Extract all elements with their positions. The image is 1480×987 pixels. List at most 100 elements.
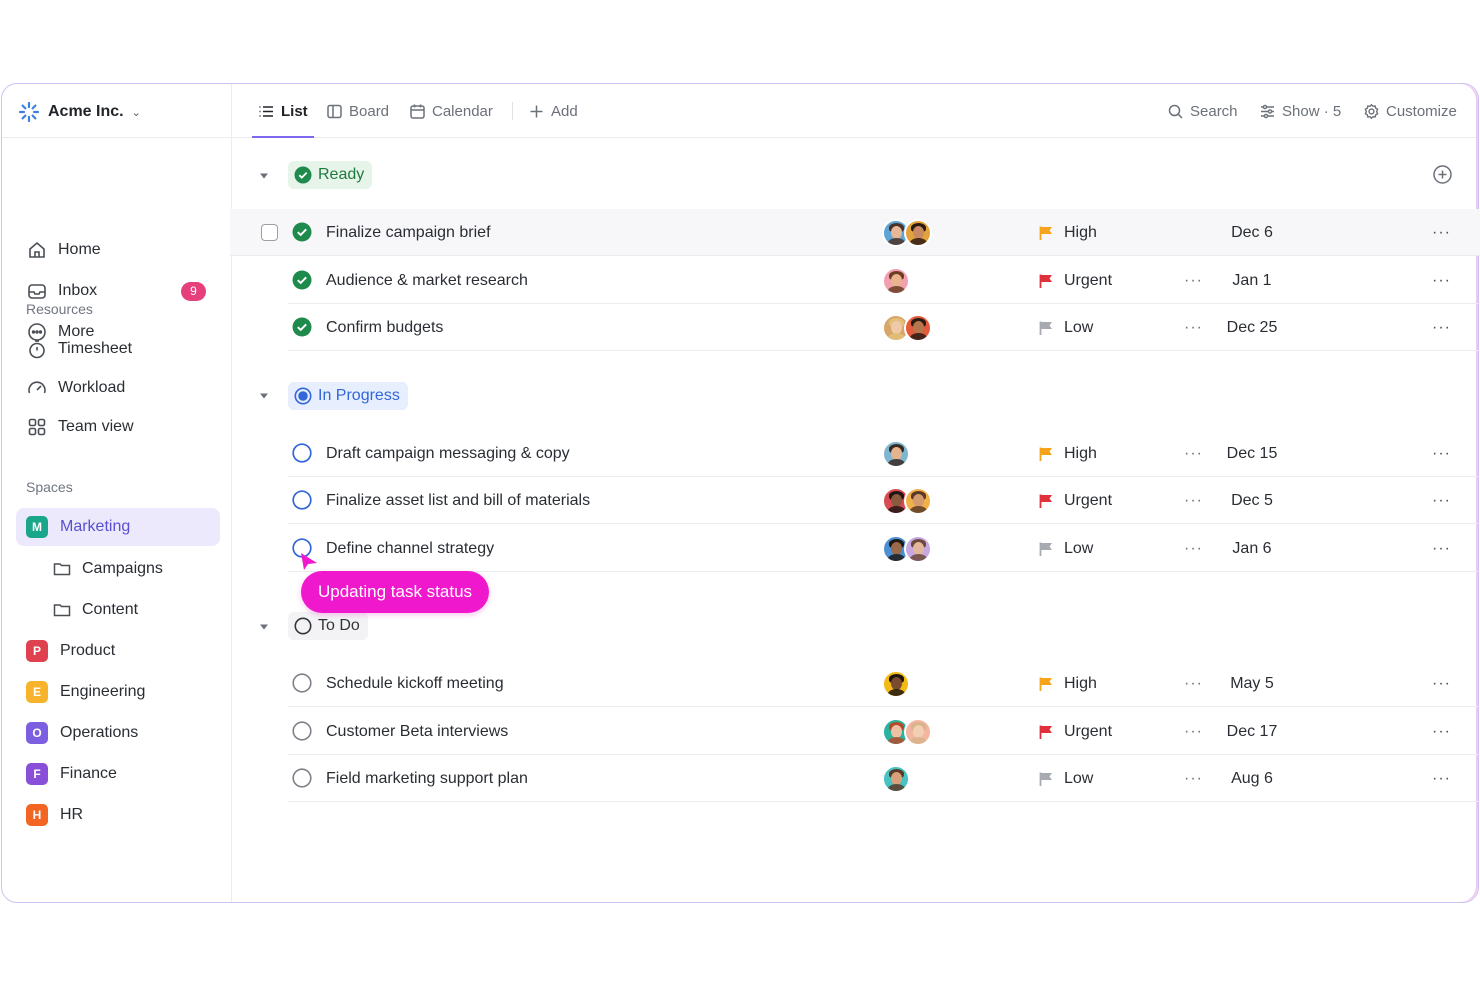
due-date[interactable]: Jan 1 [1220,257,1284,304]
status-todo-icon[interactable] [292,768,312,788]
row-select-checkbox[interactable] [261,224,278,241]
space-product[interactable]: P Product [16,632,220,670]
due-date[interactable]: Dec 15 [1220,430,1284,477]
status-group-to-do[interactable]: To Do [288,612,368,640]
due-date[interactable]: Jan 6 [1220,525,1284,572]
priority-cell[interactable]: Low [1038,525,1093,572]
row-menu-icon[interactable]: ··· [1432,525,1451,572]
folder-content[interactable]: Content [52,592,138,628]
task-name[interactable]: Field marketing support plan [326,755,528,802]
add-view-button[interactable]: Add [528,84,578,138]
assignees[interactable] [882,487,932,515]
due-date[interactable]: May 5 [1220,660,1284,707]
assignees[interactable] [882,267,910,295]
space-operations[interactable]: O Operations [16,714,220,752]
collapse-group-in-progress[interactable] [258,390,270,402]
status-in-progress-icon[interactable] [292,490,312,510]
priority-cell[interactable]: Low [1038,304,1093,351]
space-hr[interactable]: H HR [16,796,220,834]
status-in-progress-icon[interactable] [292,443,312,463]
assignees[interactable] [882,670,910,698]
priority-cell[interactable]: Urgent [1038,257,1112,304]
status-complete-icon[interactable] [292,222,312,242]
assignees[interactable] [882,314,932,342]
status-todo-icon[interactable] [292,673,312,693]
row-menu-icon[interactable]: ··· [1432,304,1451,351]
row-menu-icon[interactable]: ··· [1432,477,1451,524]
status-todo-icon[interactable] [292,721,312,741]
assignees[interactable] [882,765,910,793]
nav-item-timesheet[interactable]: Timesheet [16,331,220,367]
search-button[interactable]: Search [1167,84,1238,138]
space-engineering[interactable]: E Engineering [16,673,220,711]
table-row[interactable]: Field marketing support plan Low ··· Aug 6 ·… [230,755,1480,802]
row-menu-icon[interactable]: ··· [1432,708,1451,755]
more-options-icon[interactable]: ··· [1184,755,1203,802]
more-options-icon[interactable]: ··· [1184,660,1203,707]
show-button[interactable]: Show · 5 [1259,84,1341,138]
assignees[interactable] [882,219,932,247]
priority-cell[interactable]: Low [1038,755,1093,802]
space-marketing[interactable]: M Marketing [16,508,220,546]
more-options-icon[interactable]: ··· [1184,477,1203,524]
tab-list[interactable]: List [252,84,314,138]
more-options-icon[interactable]: ··· [1184,257,1203,304]
status-group-in-progress[interactable]: In Progress [288,382,408,410]
status-group-ready[interactable]: Ready [288,161,373,189]
priority-cell[interactable]: High [1038,660,1097,707]
table-row[interactable]: Finalize campaign brief High Dec 6 ··· [230,209,1480,256]
row-divider [288,801,1480,802]
collapse-group-ready[interactable] [258,170,270,182]
tab-calendar[interactable]: Calendar [409,84,493,138]
task-name[interactable]: Schedule kickoff meeting [326,660,504,707]
task-name[interactable]: Customer Beta interviews [326,708,508,755]
table-row[interactable]: Schedule kickoff meeting High ··· May 5 ··· [230,660,1480,707]
task-name[interactable]: Finalize campaign brief [326,209,491,256]
due-date[interactable]: Aug 6 [1220,755,1284,802]
nav-item-home[interactable]: Home [16,232,220,268]
row-menu-icon[interactable]: ··· [1432,209,1451,256]
task-name[interactable]: Draft campaign messaging & copy [326,430,570,477]
more-options-icon[interactable]: ··· [1184,525,1203,572]
more-options-icon[interactable]: ··· [1184,304,1203,351]
table-row[interactable]: Define channel strategy Low ··· Jan 6 ··· [230,525,1480,572]
nav-item-team-view[interactable]: Team view [16,409,220,445]
table-row[interactable]: Customer Beta interviews Urgent ··· Dec 17 ·… [230,708,1480,755]
due-date[interactable]: Dec 25 [1220,304,1284,351]
folder-campaigns[interactable]: Campaigns [52,551,163,587]
tab-board[interactable]: Board [326,84,389,138]
folder-icon [53,563,71,576]
space-finance[interactable]: F Finance [16,755,220,793]
priority-cell[interactable]: Urgent [1038,708,1112,755]
collapse-group-to-do[interactable] [258,621,270,633]
row-menu-icon[interactable]: ··· [1432,660,1451,707]
status-complete-icon[interactable] [292,317,312,337]
assignees[interactable] [882,718,932,746]
row-menu-icon[interactable]: ··· [1432,257,1451,304]
due-date[interactable]: Dec 5 [1220,477,1284,524]
priority-cell[interactable]: High [1038,430,1097,477]
row-menu-icon[interactable]: ··· [1432,430,1451,477]
more-options-icon[interactable]: ··· [1184,708,1203,755]
row-menu-icon[interactable]: ··· [1432,755,1451,802]
nav-item-workload[interactable]: Workload [16,370,220,406]
task-name[interactable]: Confirm budgets [326,304,443,351]
priority-cell[interactable]: High [1038,209,1097,256]
priority-cell[interactable]: Urgent [1038,477,1112,524]
due-date[interactable]: Dec 17 [1220,708,1284,755]
add-task-icon[interactable] [1432,164,1453,185]
table-row[interactable]: Confirm budgets Low ··· Dec 25 ··· [230,304,1480,351]
assignees[interactable] [882,440,910,468]
more-options-icon[interactable]: ··· [1184,430,1203,477]
table-row[interactable]: Draft campaign messaging & copy High ··· De… [230,430,1480,477]
customize-button[interactable]: Customize [1363,84,1457,138]
task-name[interactable]: Finalize asset list and bill of material… [326,477,590,524]
table-row[interactable]: Audience & market research Urgent ··· Jan 1… [230,257,1480,304]
due-date[interactable]: Dec 6 [1220,209,1284,256]
task-name[interactable]: Define channel strategy [326,525,494,572]
assignees[interactable] [882,535,932,563]
task-name[interactable]: Audience & market research [326,257,528,304]
workspace-switcher[interactable]: Acme Inc. ⌄ [18,100,141,124]
status-complete-icon[interactable] [292,270,312,290]
table-row[interactable]: Finalize asset list and bill of material… [230,477,1480,524]
